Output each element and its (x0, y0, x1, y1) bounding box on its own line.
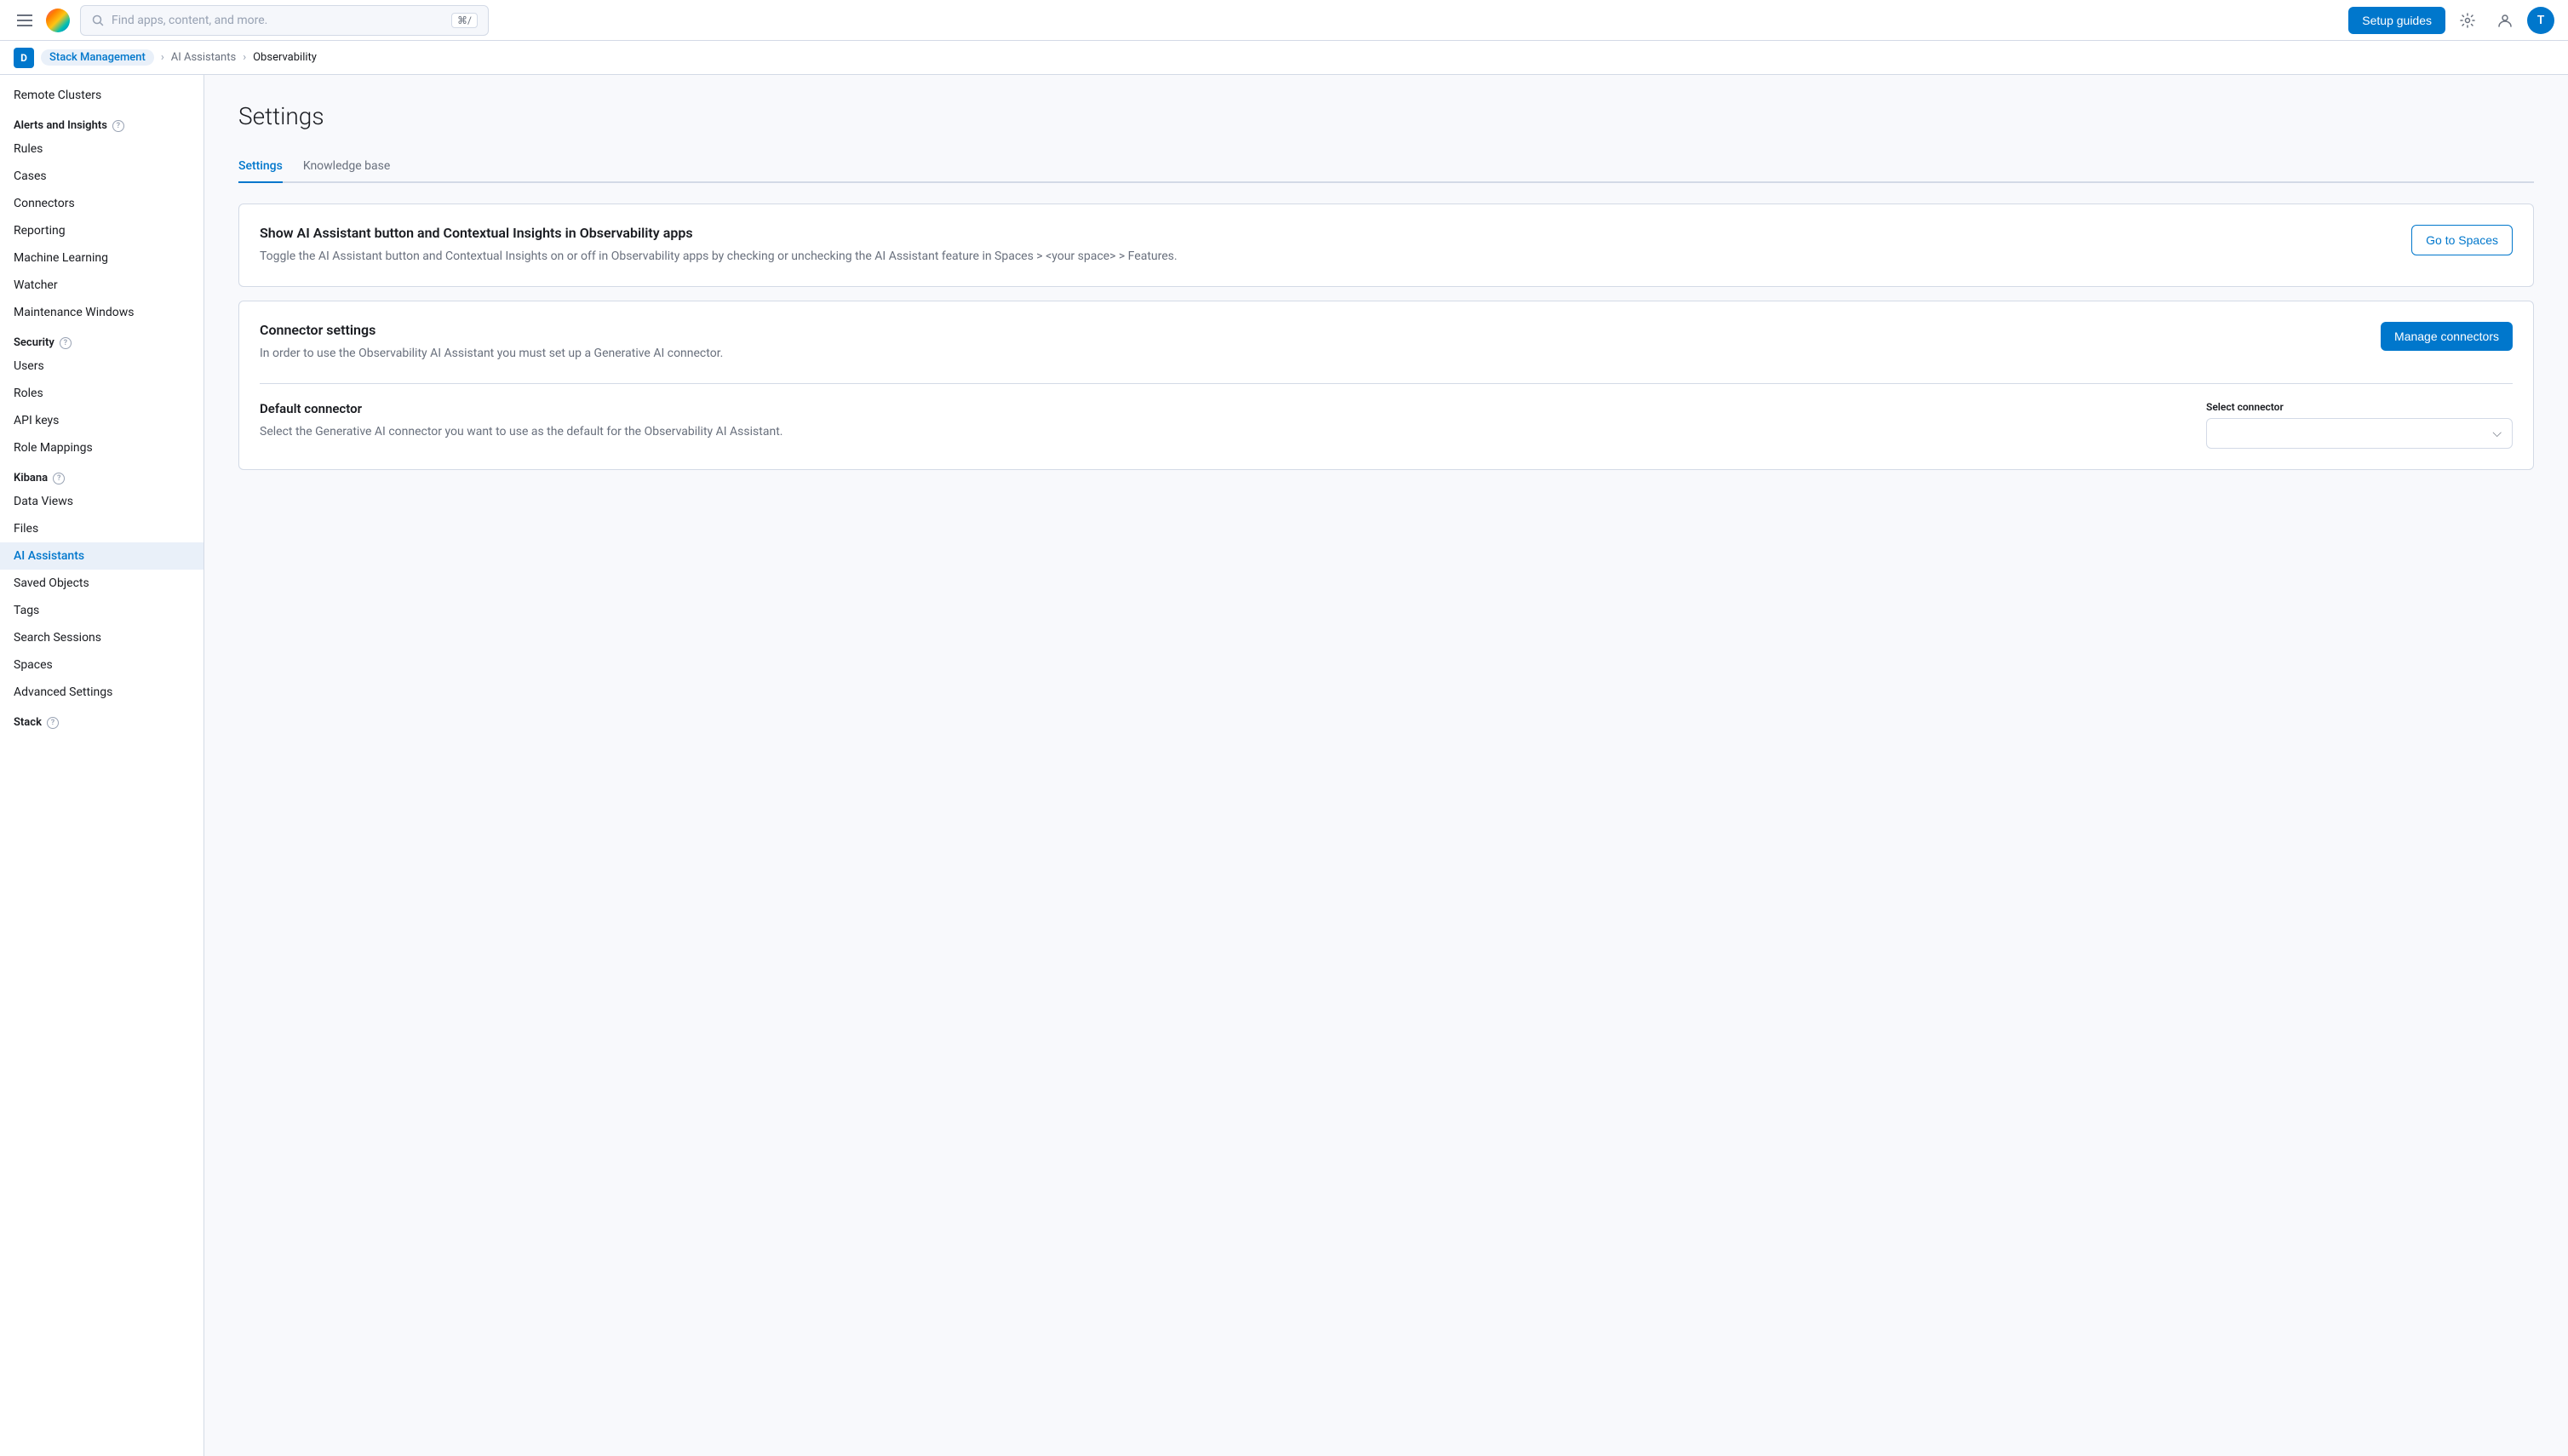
tab-settings[interactable]: Settings (238, 151, 283, 183)
gear-icon (2460, 13, 2475, 28)
sidebar: Remote Clusters Alerts and Insights ? Ru… (0, 75, 204, 1456)
default-connector-title: Default connector (260, 401, 2172, 416)
ai-assistant-card-description: Toggle the AI Assistant button and Conte… (260, 248, 2391, 266)
sidebar-item-roles[interactable]: Roles (0, 380, 203, 407)
sidebar-item-remote-clusters[interactable]: Remote Clusters (0, 82, 203, 109)
user-icon (2497, 13, 2513, 28)
connector-sub-right: Select connector ⌵ (2206, 401, 2513, 449)
ai-assistant-card-content: Show AI Assistant button and Contextual … (260, 225, 2391, 266)
breadcrumb-stack-management[interactable]: Stack Management (41, 49, 154, 66)
search-bar[interactable]: Find apps, content, and more. ⌘/ (80, 5, 489, 36)
kibana-help-icon[interactable]: ? (53, 473, 65, 484)
sidebar-item-role-mappings[interactable]: Role Mappings (0, 434, 203, 461)
elastic-logo[interactable] (46, 9, 70, 32)
top-nav: Find apps, content, and more. ⌘/ Setup g… (0, 0, 2568, 41)
breadcrumb-observability: Observability (253, 51, 317, 64)
search-shortcut: ⌘/ (451, 13, 478, 28)
sidebar-item-machine-learning[interactable]: Machine Learning (0, 244, 203, 272)
breadcrumb-sep-1: › (161, 51, 164, 64)
connector-sub-left: Default connector Select the Generative … (260, 401, 2172, 441)
sidebar-item-ai-assistants[interactable]: AI Assistants (0, 542, 203, 570)
connector-card-action: Manage connectors (2381, 322, 2513, 351)
search-placeholder: Find apps, content, and more. (112, 14, 444, 27)
breadcrumb-ai-assistants[interactable]: AI Assistants (171, 51, 236, 64)
sidebar-section-security: Security ? (0, 326, 203, 353)
setup-guides-button[interactable]: Setup guides (2348, 7, 2445, 34)
main-layout: Remote Clusters Alerts and Insights ? Ru… (0, 75, 2568, 1456)
sidebar-item-search-sessions[interactable]: Search Sessions (0, 624, 203, 651)
sidebar-item-advanced-settings[interactable]: Advanced Settings (0, 679, 203, 706)
connector-sub-section: Default connector Select the Generative … (260, 383, 2513, 449)
select-connector-dropdown[interactable]: ⌵ (2206, 418, 2513, 449)
sidebar-item-rules[interactable]: Rules (0, 135, 203, 163)
sidebar-section-alerts: Alerts and Insights ? (0, 109, 203, 135)
nav-right: Setup guides T (2348, 5, 2554, 36)
sidebar-item-users[interactable]: Users (0, 353, 203, 380)
sidebar-item-watcher[interactable]: Watcher (0, 272, 203, 299)
settings-icon-button[interactable] (2452, 5, 2483, 36)
sidebar-item-files[interactable]: Files (0, 515, 203, 542)
security-help-icon[interactable]: ? (60, 337, 72, 349)
elastic-logo-circle (46, 9, 70, 32)
breadcrumb-sep-2: › (243, 51, 246, 64)
stack-help-icon[interactable]: ? (47, 717, 59, 729)
main-content: Settings Settings Knowledge base Show AI… (204, 75, 2568, 1456)
sidebar-item-reporting[interactable]: Reporting (0, 217, 203, 244)
sidebar-item-maintenance-windows[interactable]: Maintenance Windows (0, 299, 203, 326)
tabs: Settings Knowledge base (238, 151, 2534, 183)
sidebar-item-spaces[interactable]: Spaces (0, 651, 203, 679)
ai-assistant-card-action: Go to Spaces (2411, 225, 2513, 255)
sidebar-item-data-views[interactable]: Data Views (0, 488, 203, 515)
connector-card-description: In order to use the Observability AI Ass… (260, 345, 2381, 363)
connector-card-content: Connector settings In order to use the O… (260, 322, 2381, 363)
breadcrumb: D Stack Management › AI Assistants › Obs… (0, 41, 2568, 75)
connector-card-header: Connector settings In order to use the O… (260, 322, 2513, 363)
select-connector-label: Select connector (2206, 401, 2513, 413)
ai-assistant-card: Show AI Assistant button and Contextual … (238, 203, 2534, 287)
page-title: Settings (238, 102, 2534, 130)
sidebar-item-api-keys[interactable]: API keys (0, 407, 203, 434)
default-connector-description: Select the Generative AI connector you w… (260, 423, 2172, 441)
user-menu-button[interactable] (2490, 5, 2520, 36)
sidebar-item-tags[interactable]: Tags (0, 597, 203, 624)
go-to-spaces-button[interactable]: Go to Spaces (2411, 225, 2513, 255)
hamburger-button[interactable] (14, 11, 36, 30)
user-avatar[interactable]: T (2527, 7, 2554, 34)
sidebar-item-saved-objects[interactable]: Saved Objects (0, 570, 203, 597)
sidebar-item-connectors[interactable]: Connectors (0, 190, 203, 217)
connector-card-title: Connector settings (260, 322, 2381, 338)
chevron-down-icon: ⌵ (2492, 427, 2502, 440)
tab-knowledge-base[interactable]: Knowledge base (303, 151, 390, 183)
sidebar-section-kibana: Kibana ? (0, 461, 203, 488)
sidebar-item-cases[interactable]: Cases (0, 163, 203, 190)
connector-settings-card: Connector settings In order to use the O… (238, 301, 2534, 470)
alerts-help-icon[interactable]: ? (112, 120, 124, 132)
hamburger-icon (17, 14, 32, 26)
manage-connectors-button[interactable]: Manage connectors (2381, 322, 2513, 351)
ai-assistant-card-title: Show AI Assistant button and Contextual … (260, 225, 2391, 241)
sidebar-section-stack: Stack ? (0, 706, 203, 732)
search-icon (91, 14, 105, 27)
hamburger-d-badge: D (14, 48, 34, 68)
